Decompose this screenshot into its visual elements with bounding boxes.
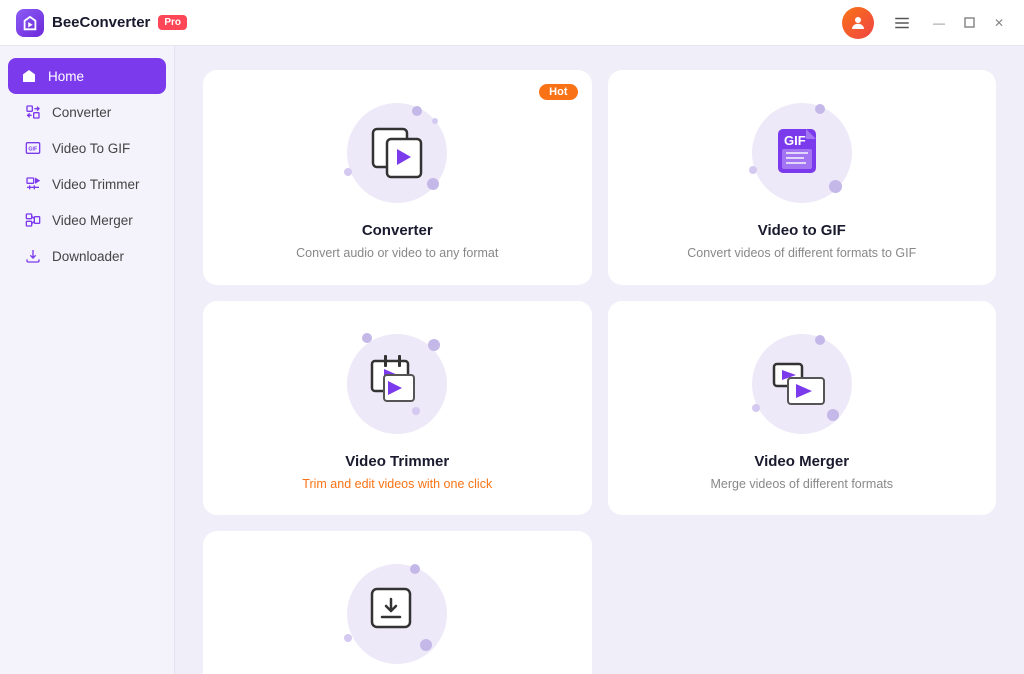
svg-text:GIF: GIF [28, 147, 38, 153]
main-layout: Home Converter GIF Video To G [0, 46, 1024, 674]
trimmer-icon-area [342, 329, 452, 439]
downloader-card-icon [364, 581, 430, 647]
sidebar-item-video-merger[interactable]: Video Merger [8, 202, 166, 238]
video-to-gif-card[interactable]: GIF Video to GIF Convert videos of diffe… [608, 70, 997, 285]
merger-card-title: Video Merger [754, 453, 849, 470]
converter-card-icon [365, 121, 429, 185]
dot-merge-1 [815, 335, 825, 345]
converter-card-desc: Convert audio or video to any format [296, 245, 498, 263]
trimmer-card-icon [362, 349, 432, 419]
dot-gif-2 [749, 166, 757, 174]
app-logo [16, 9, 44, 37]
merger-card-desc: Merge videos of different formats [711, 476, 894, 494]
sidebar-item-trimmer-label: Video Trimmer [52, 177, 140, 192]
svg-text:GIF: GIF [784, 133, 806, 148]
trim-icon [24, 175, 42, 193]
gif-card-icon: GIF [768, 119, 836, 187]
sidebar-item-home[interactable]: Home [8, 58, 166, 94]
cards-grid: Hot Converter Convert audio or video to … [203, 70, 996, 515]
converter-card[interactable]: Hot Converter Convert audio or video to … [203, 70, 592, 285]
sidebar-item-converter-label: Converter [52, 105, 111, 120]
app-name: BeeConverter [52, 14, 150, 31]
main-content: Hot Converter Convert audio or video to … [175, 46, 1024, 674]
gif-card-title: Video to GIF [758, 222, 846, 239]
video-trimmer-card[interactable]: Video Trimmer Trim and edit videos with … [203, 301, 592, 516]
gif-icon-area: GIF [747, 98, 857, 208]
gif-card-desc: Convert videos of different formats to G… [687, 245, 916, 263]
title-bar: BeeConverter Pro — ✕ [0, 0, 1024, 46]
sidebar-item-downloader-label: Downloader [52, 249, 124, 264]
sidebar-item-gif-label: Video To GIF [52, 141, 130, 156]
sidebar-item-converter[interactable]: Converter [8, 94, 166, 130]
sidebar: Home Converter GIF Video To G [0, 46, 175, 674]
dot-dl-2 [344, 634, 352, 642]
trimmer-card-title: Video Trimmer [345, 453, 449, 470]
gif-icon: GIF [24, 139, 42, 157]
user-avatar[interactable] [842, 7, 874, 39]
downloader-icon-area [342, 559, 452, 669]
merger-card-icon [768, 350, 836, 418]
dot-trim-1 [362, 333, 372, 343]
trimmer-card-desc: Trim and edit videos with one click [302, 476, 492, 494]
minimize-button[interactable]: — [930, 14, 948, 32]
converter-icon [24, 103, 42, 121]
converter-icon-area [342, 98, 452, 208]
sidebar-item-downloader[interactable]: Downloader [8, 238, 166, 274]
merger-icon-area [747, 329, 857, 439]
maximize-button[interactable] [960, 14, 978, 32]
window-controls: — ✕ [842, 7, 1008, 39]
video-merger-card[interactable]: Video Merger Merge videos of different f… [608, 301, 997, 516]
empty-slot [608, 531, 997, 674]
menu-icon[interactable] [886, 7, 918, 39]
hot-badge: Hot [539, 84, 577, 100]
sidebar-item-video-trimmer[interactable]: Video Trimmer [8, 166, 166, 202]
close-button[interactable]: ✕ [990, 14, 1008, 32]
download-sidebar-icon [24, 247, 42, 265]
dot-gif-1 [815, 104, 825, 114]
sidebar-item-merger-label: Video Merger [52, 213, 133, 228]
sidebar-item-home-label: Home [48, 69, 84, 84]
merge-icon [24, 211, 42, 229]
bottom-row: Downloader Download from 1000+ supported… [203, 531, 996, 674]
pro-badge: Pro [158, 15, 187, 30]
downloader-card[interactable]: Downloader Download from 1000+ supported… [203, 531, 592, 674]
sidebar-item-video-to-gif[interactable]: GIF Video To GIF [8, 130, 166, 166]
converter-card-title: Converter [362, 222, 433, 239]
home-icon [20, 67, 38, 85]
dot-merge-2 [752, 404, 760, 412]
